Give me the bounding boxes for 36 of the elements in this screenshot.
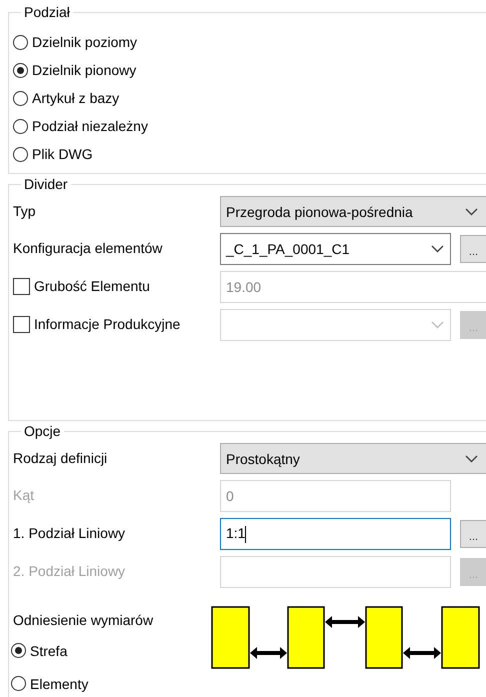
- dropdown-caret-icon: [465, 454, 478, 462]
- input-field[interactable]: 1:1: [220, 518, 451, 550]
- dropdown-caret-icon: [431, 321, 444, 329]
- combo-box[interactable]: _C_1_PA_0001_C1: [220, 233, 451, 265]
- radio-label: Plik DWG: [32, 146, 93, 162]
- radio-button[interactable]: [13, 90, 28, 106]
- dropdown[interactable]: Przegroda pionowa-pośrednia: [220, 196, 486, 227]
- radio-label: Elementy: [30, 676, 88, 692]
- field-label: 2. Podział Liniowy: [13, 563, 126, 579]
- field-label: Grubość Elementu: [34, 278, 150, 294]
- radio-label: Dzielnik pionowy: [32, 62, 136, 78]
- group-title: Podział: [23, 4, 71, 20]
- field-label: Rodzaj definicji: [13, 450, 108, 466]
- radio-button[interactable]: [11, 676, 26, 691]
- field-label: Odniesienie wymiarów: [13, 611, 154, 630]
- radio-button[interactable]: [11, 643, 26, 658]
- radio-label: Podział niezależny: [32, 118, 148, 134]
- group-title: Divider: [23, 176, 69, 192]
- browse-button[interactable]: ...: [460, 520, 486, 548]
- field-label: Informacje Produkcyjne: [34, 316, 180, 332]
- field-label: 1. Podział Liniowy: [13, 525, 126, 541]
- group-title: Opcje: [23, 423, 62, 439]
- radio-label: Strefa: [30, 642, 68, 658]
- radio-button[interactable]: [13, 118, 28, 134]
- field-label: Typ: [13, 203, 36, 219]
- field-label: Kąt: [13, 487, 34, 503]
- radio-label: Dzielnik poziomy: [32, 34, 138, 50]
- radio-button[interactable]: [13, 34, 28, 50]
- dropdown-caret-icon: [465, 208, 478, 216]
- dropdown-caret-icon: [431, 245, 444, 253]
- field-label: Konfiguracja elementów: [13, 240, 162, 256]
- radio-label: Artykuł z bazy: [32, 90, 120, 106]
- dropdown[interactable]: Prostokątny: [220, 443, 486, 474]
- radio-button[interactable]: [13, 146, 28, 162]
- browse-button[interactable]: ...: [460, 235, 486, 263]
- radio-button[interactable]: [13, 62, 28, 78]
